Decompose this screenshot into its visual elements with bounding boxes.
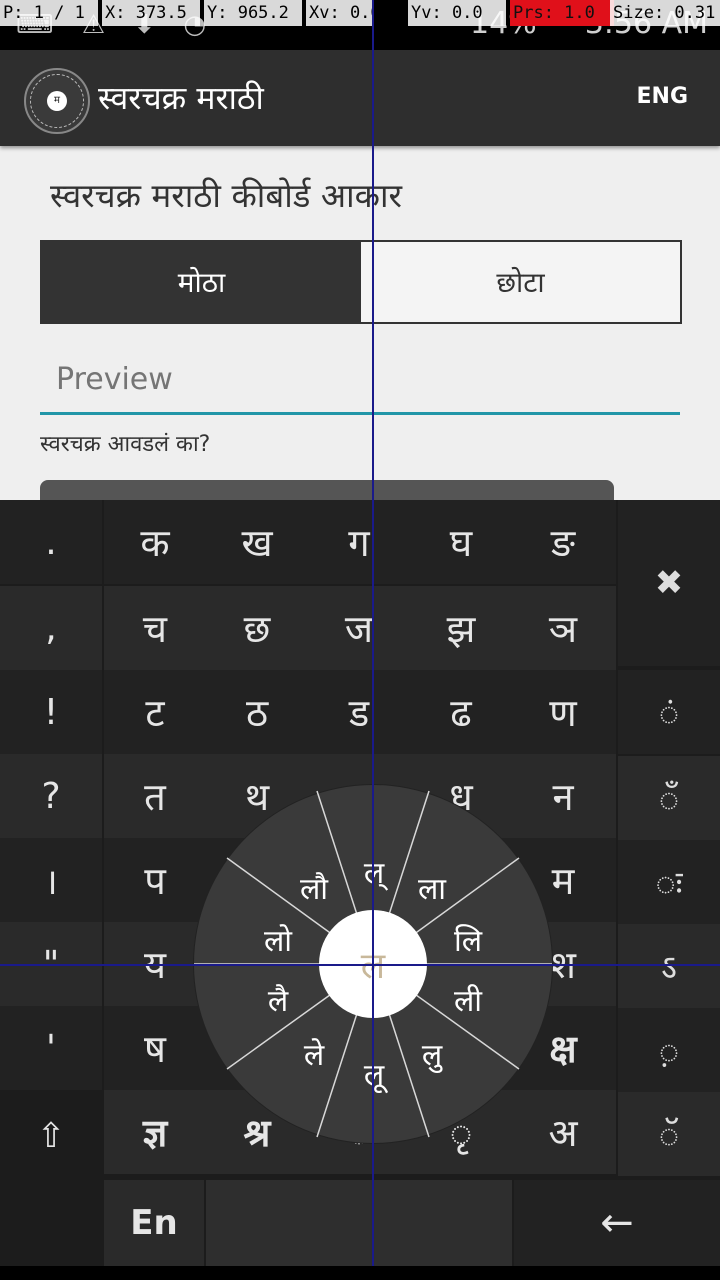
key-right-3[interactable]: ः [618,840,720,924]
key-kha[interactable]: ख [206,500,308,584]
pointer-size: Size: 0.31 [610,0,720,26]
shift-icon: ⇧ [36,1116,66,1156]
pointer-x: X: 373.5 [102,0,200,26]
key-right-4[interactable]: ऽ [618,924,720,1008]
pointer-crosshair-horizontal [0,964,720,966]
pointer-xv: Xv: 0.0 [306,0,381,26]
swarachakra-logo-icon: म [24,68,90,134]
key-period[interactable]: . [0,500,102,584]
preview-field [40,362,712,415]
key-nga[interactable]: ङ [512,500,614,584]
key-right-2[interactable]: ँ [618,756,720,840]
app-bar: म स्वरचक्र मराठी ENG [0,50,720,146]
key-right-5[interactable]: ़ [618,1008,720,1092]
wheel-segment-9[interactable]: लो [248,919,308,960]
preview-input[interactable] [40,362,712,397]
app-title: स्वरचक्र मराठी [98,79,264,117]
logo-center: म [47,91,67,111]
key-comma[interactable]: , [0,586,102,670]
key-ja[interactable]: ज [308,586,410,670]
key-jha[interactable]: झ [410,586,512,670]
key-right-6[interactable]: ॅ [618,1092,720,1176]
wheel-segment-3[interactable]: लि [438,919,498,960]
size-small-option[interactable]: छोटा [361,242,680,322]
key-ta[interactable]: त [104,754,206,838]
key-question[interactable]: ? [0,754,102,838]
key-danda[interactable]: । [0,838,102,922]
key-right-1[interactable]: ं [618,670,720,754]
keyboard-size-toggle: मोठा छोटा [40,240,682,324]
key-exclamation[interactable]: ! [0,670,102,754]
keyboard-size-heading: स्वरचक्र मराठी कीबोर्ड आकार [50,176,402,215]
language-button[interactable]: ENG [637,84,689,109]
backspace-icon: ✖ [654,563,684,603]
key-pa[interactable]: प [104,838,206,922]
wheel-segment-6[interactable]: लू [344,1053,404,1094]
key-space[interactable] [206,1180,512,1266]
key-language-en[interactable]: En [104,1180,204,1266]
pointer-pressure: Prs: 1.0 [510,0,614,26]
nav-bar [0,1266,720,1280]
key-chha[interactable]: छ [206,586,308,670]
wheel-segment-4[interactable]: ली [438,979,498,1020]
key-ttha[interactable]: ठ [206,670,308,754]
key-enter[interactable]: ← [514,1180,720,1266]
key-nya[interactable]: ञ [512,586,614,670]
size-large-option[interactable]: मोठा [42,242,361,322]
key-ga[interactable]: ग [308,500,410,584]
key-cha[interactable]: च [104,586,206,670]
pointer-y: Y: 965.2 [204,0,302,26]
wheel-segment-2[interactable]: ला [402,867,462,908]
key-backspace[interactable]: ✖ [618,500,720,666]
key-gya[interactable]: ज्ञ [104,1090,206,1174]
consonant-row-2: च छ ज झ ञ [104,586,616,670]
key-nna[interactable]: ण [512,670,614,754]
key-tta[interactable]: ट [104,670,206,754]
consonant-row-3: ट ठ ड ढ ण [104,670,616,754]
wheel-segment-7[interactable]: ले [284,1033,344,1074]
pointer-yv: Yv: 0.0 [408,0,506,26]
wheel-segment-8[interactable]: लै [248,979,308,1020]
key-dda[interactable]: ड [308,670,410,754]
enter-icon: ← [600,1200,634,1246]
key-single-quote[interactable]: ' [0,1006,102,1090]
key-shift[interactable]: ⇧ [0,1094,102,1178]
key-ddha[interactable]: ढ [410,670,512,754]
key-gha[interactable]: घ [410,500,512,584]
wheel-segment-5[interactable]: लु [402,1033,462,1074]
consonant-row-1: क ख ग घ ङ [104,500,616,584]
pointer-count: P: 1 / 1 [0,0,98,26]
feedback-question[interactable]: स्वरचक्र आवडलं का? [40,428,210,458]
key-ka[interactable]: क [104,500,206,584]
key-ssa[interactable]: ष [104,1006,206,1090]
wheel-segment-1[interactable]: ल् [344,851,404,892]
pointer-debug-overlay: P: 1 / 1 X: 373.5 Y: 965.2 Xv: 0.0 Yv: 0… [0,0,720,26]
pointer-crosshair-vertical [372,0,374,1280]
wheel-segment-10[interactable]: लौ [284,867,344,908]
